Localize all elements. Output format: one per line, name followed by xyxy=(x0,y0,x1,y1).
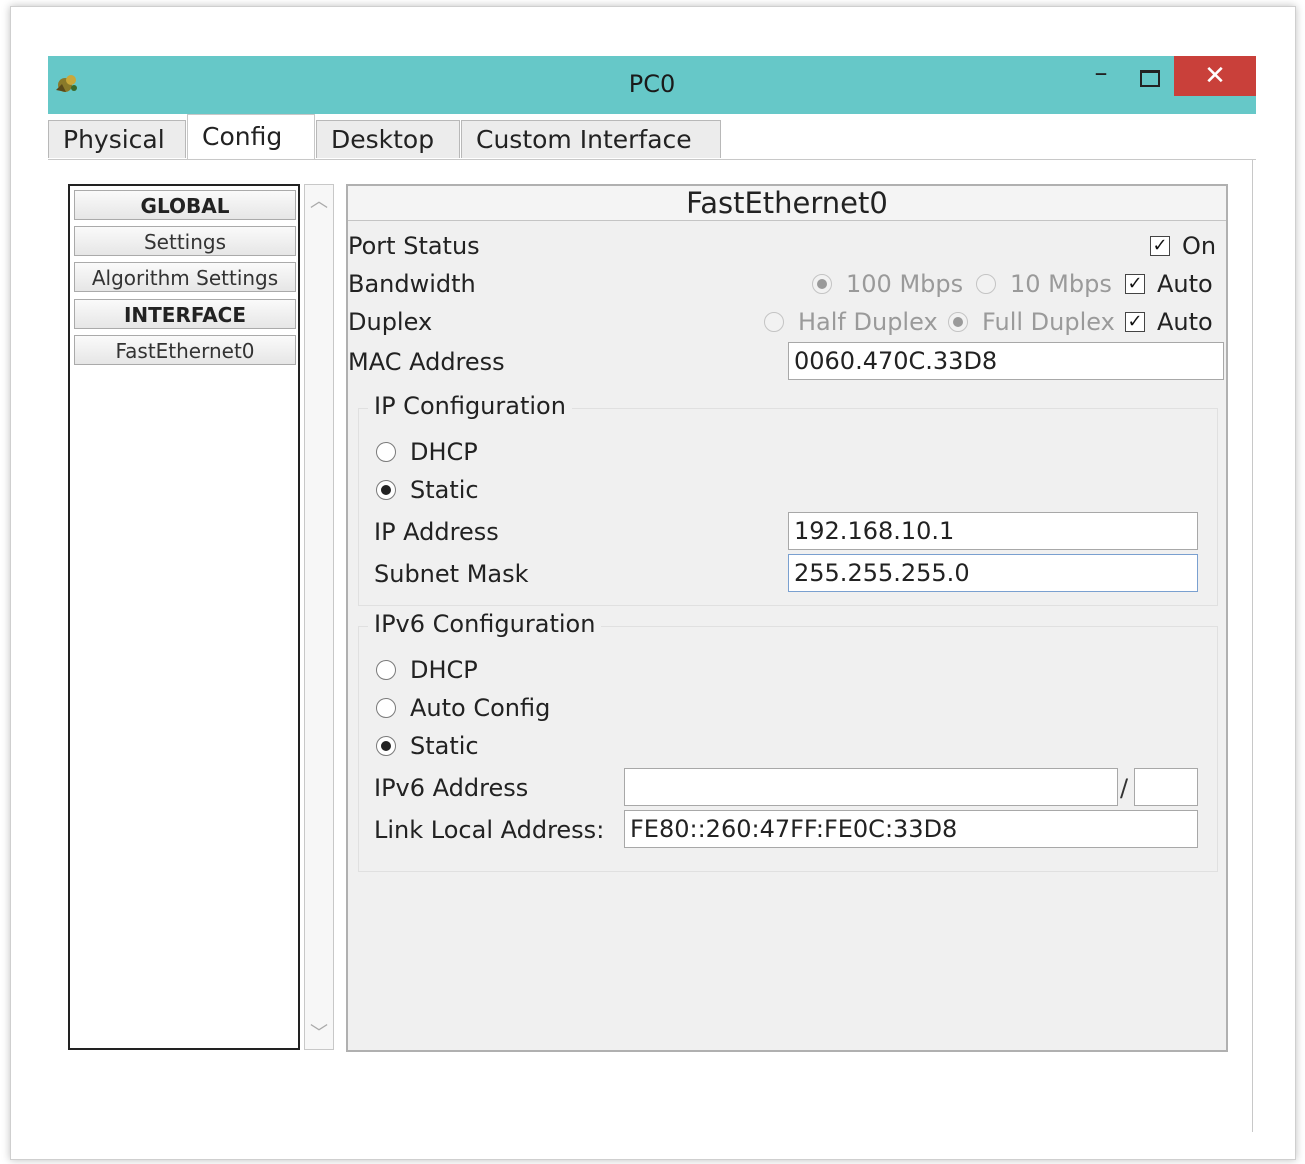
port-status-checkbox[interactable]: ✓ xyxy=(1150,236,1170,256)
ipv6-auto-config-radio[interactable] xyxy=(376,698,396,718)
ip-static-label: Static xyxy=(410,476,479,504)
ipv6-address-field[interactable] xyxy=(624,768,1118,806)
ip-static-radio[interactable] xyxy=(376,480,396,500)
prefix-separator: / xyxy=(1120,774,1129,802)
tab-custom-interface[interactable]: Custom Interface xyxy=(461,120,721,158)
ipv6-auto-config-label: Auto Config xyxy=(410,694,551,722)
duplex-label: Duplex xyxy=(348,308,433,336)
bandwidth-auto-checkbox[interactable]: ✓ xyxy=(1125,274,1145,294)
link-local-address-field[interactable]: FE80::260:47FF:FE0C:33D8 xyxy=(624,810,1198,848)
ipv6-dhcp-radio[interactable] xyxy=(376,660,396,680)
interface-panel: FastEthernet0 Port Status ✓ On Bandwidth… xyxy=(346,184,1228,1052)
window-title: PC0 xyxy=(628,70,676,98)
ipv6-prefix-field[interactable] xyxy=(1134,768,1198,806)
tab-physical[interactable]: Physical xyxy=(48,120,186,158)
panel-title: FastEthernet0 xyxy=(348,186,1226,221)
full-duplex-label: Full Duplex xyxy=(982,308,1115,336)
maximize-button[interactable] xyxy=(1126,56,1172,96)
tab-config[interactable]: Config xyxy=(187,114,315,160)
ip-address-label: IP Address xyxy=(374,518,499,546)
port-status-on-label: On xyxy=(1182,232,1217,260)
tab-divider xyxy=(48,159,1256,160)
bandwidth-auto-label: Auto xyxy=(1157,270,1213,298)
bandwidth-10-radio[interactable] xyxy=(976,274,996,294)
mac-address-label: MAC Address xyxy=(348,348,505,376)
duplex-auto-checkbox[interactable]: ✓ xyxy=(1125,312,1145,332)
sidebar-header-global: GLOBAL xyxy=(74,190,296,220)
tab-bar: Physical Config Desktop Custom Interface xyxy=(48,114,1256,160)
bandwidth-100-radio[interactable] xyxy=(812,274,832,294)
subnet-mask-label: Subnet Mask xyxy=(374,560,529,588)
bandwidth-100-label: 100 Mbps xyxy=(846,270,964,298)
ipv6-dhcp-label: DHCP xyxy=(410,656,478,684)
minimize-button[interactable]: – xyxy=(1078,56,1124,96)
tab-desktop[interactable]: Desktop xyxy=(316,120,460,158)
half-duplex-label: Half Duplex xyxy=(798,308,938,336)
sidebar-item-fastethernet0[interactable]: FastEthernet0 xyxy=(74,335,296,365)
scroll-up-icon[interactable]: ︿ xyxy=(305,187,333,213)
ipv6-static-label: Static xyxy=(410,732,479,760)
config-sidebar: GLOBAL Settings Algorithm Settings INTER… xyxy=(68,184,300,1050)
bandwidth-10-label: 10 Mbps xyxy=(1010,270,1112,298)
sidebar-item-settings[interactable]: Settings xyxy=(74,226,296,256)
sidebar-item-algorithm-settings[interactable]: Algorithm Settings xyxy=(74,262,296,292)
close-button[interactable]: ✕ xyxy=(1174,56,1256,96)
scroll-down-icon[interactable]: ﹀ xyxy=(305,1019,333,1045)
sidebar-header-interface: INTERFACE xyxy=(74,299,296,329)
ipv6-address-label: IPv6 Address xyxy=(374,774,529,802)
ip-dhcp-radio[interactable] xyxy=(376,442,396,462)
ipv6-configuration-title: IPv6 Configuration xyxy=(368,610,602,638)
duplex-auto-label: Auto xyxy=(1157,308,1213,336)
ip-configuration-title: IP Configuration xyxy=(368,392,572,420)
port-status-label: Port Status xyxy=(348,232,480,260)
content-border xyxy=(1252,160,1253,1132)
mac-address-field[interactable]: 0060.470C.33D8 xyxy=(788,342,1224,380)
subnet-mask-field[interactable]: 255.255.255.0 xyxy=(788,554,1198,592)
full-duplex-radio[interactable] xyxy=(948,312,968,332)
ip-dhcp-label: DHCP xyxy=(410,438,478,466)
ip-address-field[interactable]: 192.168.10.1 xyxy=(788,512,1198,550)
title-bar[interactable]: PC0 – ✕ xyxy=(48,56,1256,114)
pc0-window: PC0 – ✕ Physical Config Desktop Custom I… xyxy=(48,56,1256,1132)
maximize-icon xyxy=(1140,70,1160,87)
link-local-address-label: Link Local Address: xyxy=(374,816,605,844)
bandwidth-label: Bandwidth xyxy=(348,270,476,298)
ipv6-static-radio[interactable] xyxy=(376,736,396,756)
sidebar-scrollbar[interactable]: ︿ ﹀ xyxy=(304,184,334,1050)
half-duplex-radio[interactable] xyxy=(764,312,784,332)
